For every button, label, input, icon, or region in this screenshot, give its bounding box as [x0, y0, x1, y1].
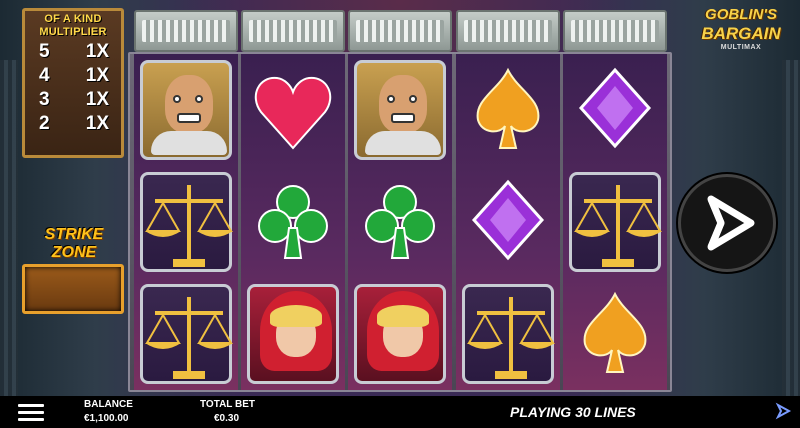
multiplier-kind: 2 [39, 113, 50, 134]
scale-symbol [136, 168, 236, 276]
girl-symbol [243, 280, 343, 388]
reel-cage-top [456, 10, 560, 52]
game-logo: GOBLIN'S BARGAIN MULTIMAX [688, 6, 794, 68]
multiplier-value: 1X [85, 41, 109, 62]
spade-symbol [458, 56, 558, 164]
multiplier-title-line2: MULTIPLIER [39, 26, 107, 38]
multiplier-value: 1X [85, 89, 109, 110]
logo-title-line2: BARGAIN [701, 24, 781, 43]
reel-cage-top [134, 10, 238, 52]
bottom-bar: BALANCE €1,100.00 TOTAL BET €0.30 PLAYIN… [0, 396, 800, 428]
diamond-symbol [565, 56, 665, 164]
brand-logo-icon [775, 402, 792, 420]
goblin-symbol [136, 56, 236, 164]
lines-status: PLAYING 30 LINES [510, 404, 636, 420]
club-symbol [243, 168, 343, 276]
right-prison-bars [782, 60, 800, 398]
total-bet-label: TOTAL BET [200, 399, 255, 410]
multiplier-kind: 5 [39, 41, 50, 62]
strike-zone-box [22, 264, 124, 314]
total-bet-value[interactable]: €0.30 [214, 413, 239, 424]
diamond-symbol [458, 168, 558, 276]
girl-symbol [350, 280, 450, 388]
multiplier-value: 1X [85, 65, 109, 86]
reel-cage-top [563, 10, 667, 52]
spade-symbol [565, 280, 665, 388]
logo-title-line1: GOBLIN'S [705, 6, 777, 23]
balance-label: BALANCE [84, 399, 133, 410]
multiplier-title-line1: OF A KIND [44, 13, 102, 25]
reel-cage-top [348, 10, 452, 52]
multiplier-row: 4 1X [29, 63, 117, 87]
multiplier-table: OF A KIND MULTIPLIER 5 1X 4 1X 3 1X 2 1X [22, 8, 124, 158]
multiplier-kind: 4 [39, 65, 50, 86]
spin-play-icon [707, 195, 755, 251]
balance-value: €1,100.00 [84, 413, 129, 424]
strike-zone-label: STRIKE ZONE [44, 226, 104, 261]
multiplier-row: 3 1X [29, 87, 117, 111]
scale-symbol [565, 168, 665, 276]
logo-multimax: MULTIMAX [720, 44, 762, 51]
left-prison-bars [0, 60, 18, 398]
reel-cage-top [241, 10, 345, 52]
club-symbol [350, 168, 450, 276]
goblin-symbol [350, 56, 450, 164]
scale-symbol [136, 280, 236, 388]
scale-symbol [458, 280, 558, 388]
multiplier-row: 2 1X [29, 111, 117, 135]
hamburger-menu-icon[interactable] [18, 404, 44, 422]
multiplier-row: 5 1X [29, 39, 117, 63]
heart-symbol [243, 56, 343, 164]
multiplier-kind: 3 [39, 89, 50, 110]
multiplier-value: 1X [85, 113, 109, 134]
spin-button[interactable] [678, 174, 776, 272]
